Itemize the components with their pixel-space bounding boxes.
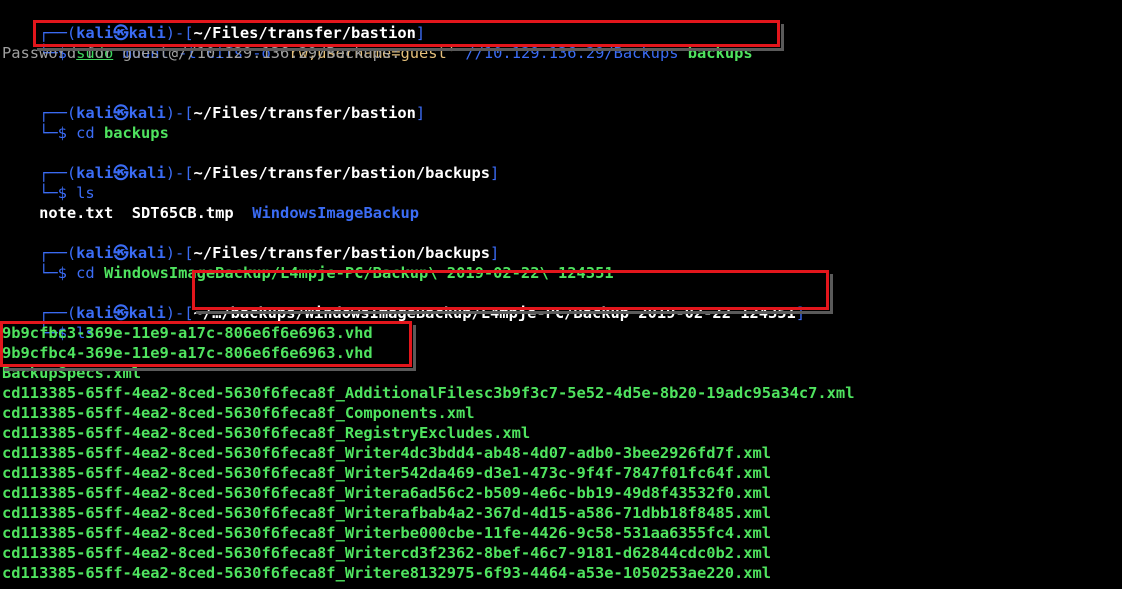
file-vhd: 9b9cfbc4-369e-11e9-a17c-806e6f6e6963.vhd [2, 344, 373, 362]
prompt-dollar: └─$ [39, 124, 77, 142]
prompt-host: kali [128, 164, 166, 182]
file-xml: cd113385-65ff-4ea2-8ced-5630f6feca8f_Wri… [2, 444, 772, 462]
list-item-directory: WindowsImageBackup [252, 204, 420, 222]
file-xml: cd113385-65ff-4ea2-8ced-5630f6feca8f_Wri… [2, 544, 772, 562]
prompt-path: ~/…/backups/WindowsImageBackup/L4mpje-PC… [193, 304, 796, 322]
file-xml: cd113385-65ff-4ea2-8ced-5630f6feca8f_Wri… [2, 464, 772, 482]
command-text: cd [76, 264, 104, 282]
prompt-path: ~/Files/transfer/bastion [193, 104, 416, 122]
file-xml: cd113385-65ff-4ea2-8ced-5630f6feca8f_Com… [2, 404, 475, 422]
list-item: SDT65CB.tmp [131, 204, 234, 222]
prompt-dollar: └─$ [39, 264, 77, 282]
command-line[interactable]: └─$ cd WindowsImageBackup/L4mpje-PC/Back… [2, 243, 614, 282]
file-xml: BackupSpecs.xml [2, 364, 141, 382]
skull-icon: ㉿ [113, 164, 129, 182]
file-vhd: 9b9cfbc3-369e-11e9-a17c-806e6f6e6963.vhd [2, 324, 373, 342]
prompt-line: ┌──(kali㉿kali)-[~/…/backups/WindowsImage… [2, 283, 805, 322]
command-share-path: //10.129.136.29/Backups [456, 44, 688, 62]
command-line[interactable]: └─$ sudo mount -t cifs -o 'rw,username=g… [2, 23, 753, 62]
prompt-separator: )-[ [165, 164, 194, 182]
prompt-close: ] [490, 164, 500, 182]
list-item: note.txt [39, 204, 114, 222]
file-xml: cd113385-65ff-4ea2-8ced-5630f6feca8f_Wri… [2, 504, 772, 522]
command-line[interactable]: └─$ ls [2, 163, 95, 202]
prompt-line: ┌──(kali㉿kali)-[~/Files/transfer/bastion… [2, 143, 499, 182]
command-text: cd [76, 124, 104, 142]
prompt-separator: )-[ [165, 304, 194, 322]
prompt-separator: )-[ [165, 104, 194, 122]
command-argument: backups [103, 124, 169, 142]
command-line[interactable]: └─$ ls [2, 303, 95, 342]
prompt-host: kali [128, 304, 166, 322]
prompt-line: ┌──(kali㉿kali)-[~/Files/transfer/bastion… [2, 3, 425, 42]
file-xml: cd113385-65ff-4ea2-8ced-5630f6feca8f_Wri… [2, 524, 772, 542]
ls-output-line: note.txt SDT65CB.tmp WindowsImageBackup [2, 183, 419, 222]
file-xml: cd113385-65ff-4ea2-8ced-5630f6feca8f_Wri… [2, 484, 772, 502]
skull-icon: ㉿ [113, 304, 129, 322]
file-xml: cd113385-65ff-4ea2-8ced-5630f6feca8f_Add… [2, 384, 855, 402]
prompt-line: ┌──(kali㉿kali)-[~/Files/transfer/bastion… [2, 83, 425, 122]
command-line[interactable]: └─$ cd backups [2, 103, 169, 142]
prompt-close: ] [795, 304, 806, 322]
command-mount-target: backups [687, 44, 753, 62]
file-xml: cd113385-65ff-4ea2-8ced-5630f6feca8f_Reg… [2, 424, 531, 442]
prompt-line: ┌──(kali㉿kali)-[~/Files/transfer/bastion… [2, 223, 499, 262]
terminal-window[interactable]: ┌──(kali㉿kali)-[~/Files/transfer/bastion… [0, 0, 1122, 589]
prompt-path: ~/Files/transfer/bastion/backups [193, 164, 491, 182]
command-argument: WindowsImageBackup/L4mpje-PC/Backup\ 201… [103, 264, 614, 282]
file-xml: cd113385-65ff-4ea2-8ced-5630f6feca8f_Wri… [2, 564, 772, 582]
prompt-close: ] [415, 104, 426, 122]
output-line: Password for guest@//10.129.136.29/Backu… [2, 44, 401, 62]
